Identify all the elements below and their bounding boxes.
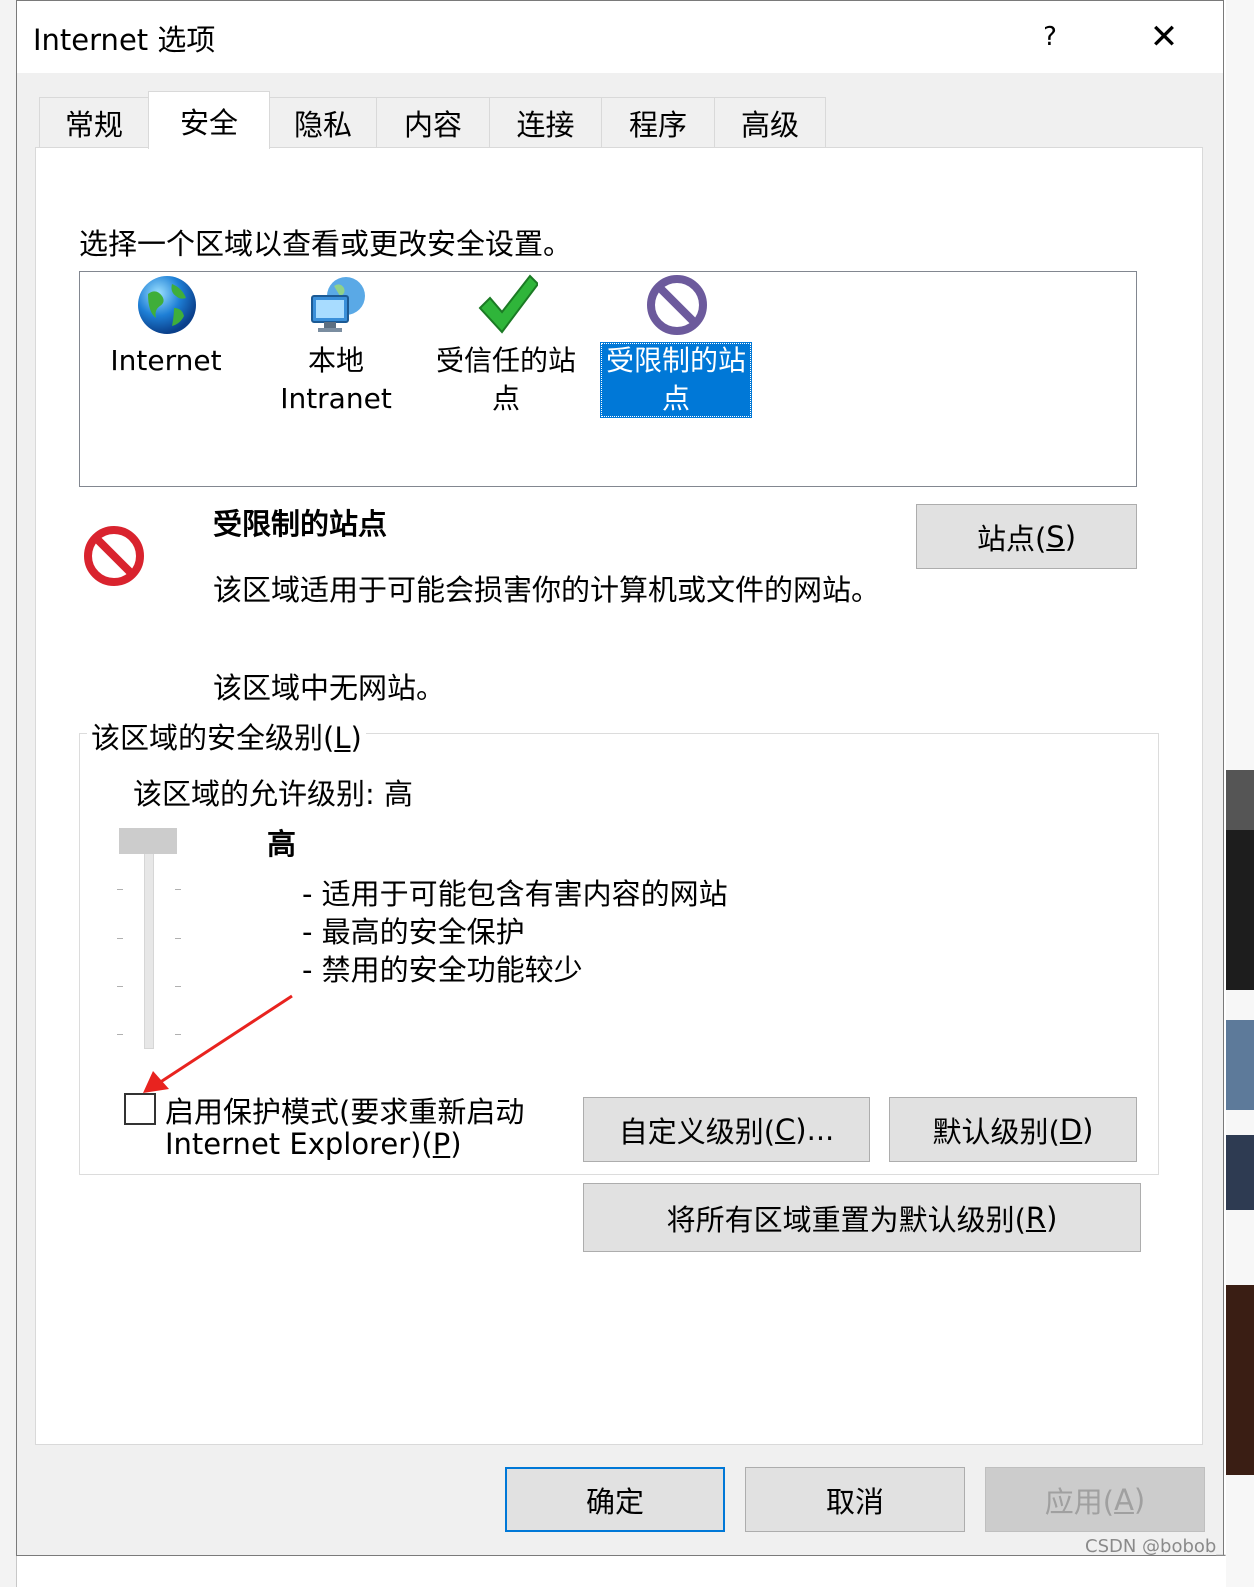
window-title: Internet 选项	[33, 23, 216, 57]
allowed-level-text: 该区域的允许级别: 高	[133, 777, 413, 811]
zone-instruction: 选择一个区域以查看或更改安全设置。	[79, 227, 573, 261]
background-page-fragment	[1226, 1020, 1254, 1110]
reset-all-zones-button[interactable]: 将所有区域重置为默认级别(R)	[583, 1183, 1141, 1252]
security-level-legend: 该区域的安全级别(L)	[87, 715, 366, 757]
restricted-icon	[647, 275, 707, 335]
slider-tick	[117, 889, 123, 890]
intranet-icon	[311, 277, 365, 332]
tab-connections[interactable]: 连接	[489, 97, 602, 147]
zone-list: Internet 本地 Intranet 受信任的站点 受限制的站 点	[79, 271, 1137, 487]
default-level-button[interactable]: 默认级别(D)	[889, 1097, 1137, 1162]
protected-mode-label-line2: Internet Explorer)(P)	[165, 1127, 462, 1161]
ok-button[interactable]: 确定	[505, 1467, 725, 1532]
background-page-left	[0, 0, 17, 1587]
background-page-fragment	[1226, 830, 1254, 990]
zone-local-intranet[interactable]: 本地 Intranet	[260, 272, 412, 420]
zone-internet[interactable]: Internet	[90, 272, 242, 420]
zone-description: 该区域适用于可能会损害你的计算机或文件的网站。	[213, 573, 881, 607]
globe-icon	[138, 276, 196, 334]
zone-label: 受限制的站点	[600, 342, 752, 418]
internet-options-dialog: Internet 选项 ? ✕ 常规 安全 隐私 内容 连接 程序 高级 选择一…	[16, 0, 1224, 1556]
sites-button[interactable]: 站点(S)	[916, 504, 1137, 569]
zone-restricted-sites[interactable]: 受限制的站点	[600, 272, 752, 420]
slider-tick	[117, 986, 123, 987]
zone-title: 受限制的站点	[213, 507, 388, 541]
zone-trusted-sites[interactable]: 受信任的站点	[430, 272, 582, 420]
background-page-fragment	[1226, 1285, 1254, 1475]
title-bar: Internet 选项 ? ✕	[17, 1, 1223, 73]
tab-content[interactable]: 内容	[376, 97, 490, 147]
level-name: 高	[267, 827, 297, 861]
slider-tick	[175, 986, 181, 987]
watermark: CSDN @bobob_	[1085, 1536, 1226, 1557]
zone-label: 本地 Intranet	[280, 344, 392, 415]
background-page-fragment	[1226, 1135, 1254, 1210]
tab-advanced[interactable]: 高级	[714, 97, 826, 147]
level-point: - 适用于可能包含有害内容的网站	[302, 877, 728, 911]
zone-label: Internet	[110, 344, 222, 377]
slider-tick	[175, 938, 181, 939]
custom-level-button[interactable]: 自定义级别(C)...	[583, 1097, 870, 1162]
restricted-icon	[84, 526, 144, 586]
tab-general[interactable]: 常规	[39, 97, 149, 147]
close-button[interactable]: ✕	[1132, 9, 1196, 65]
apply-button[interactable]: 应用(A)	[985, 1467, 1205, 1532]
cancel-button[interactable]: 取消	[745, 1467, 965, 1532]
checkmark-icon	[478, 274, 538, 334]
slider-tick	[175, 889, 181, 890]
help-button[interactable]: ?	[1022, 9, 1078, 65]
tab-privacy[interactable]: 隐私	[269, 97, 377, 147]
annotation-arrow-icon	[143, 994, 293, 1093]
zone-label: 受信任的站点	[435, 344, 576, 415]
tab-programs[interactable]: 程序	[601, 97, 715, 147]
security-level-slider-thumb[interactable]	[119, 828, 177, 854]
level-point: - 最高的安全保护	[302, 915, 525, 949]
background-page-fragment	[1226, 770, 1254, 830]
level-point: - 禁用的安全功能较少	[302, 953, 583, 987]
slider-tick	[117, 938, 123, 939]
slider-tick	[117, 1034, 123, 1035]
zone-no-sites-text: 该区域中无网站。	[213, 671, 446, 705]
tab-security[interactable]: 安全	[148, 91, 270, 149]
